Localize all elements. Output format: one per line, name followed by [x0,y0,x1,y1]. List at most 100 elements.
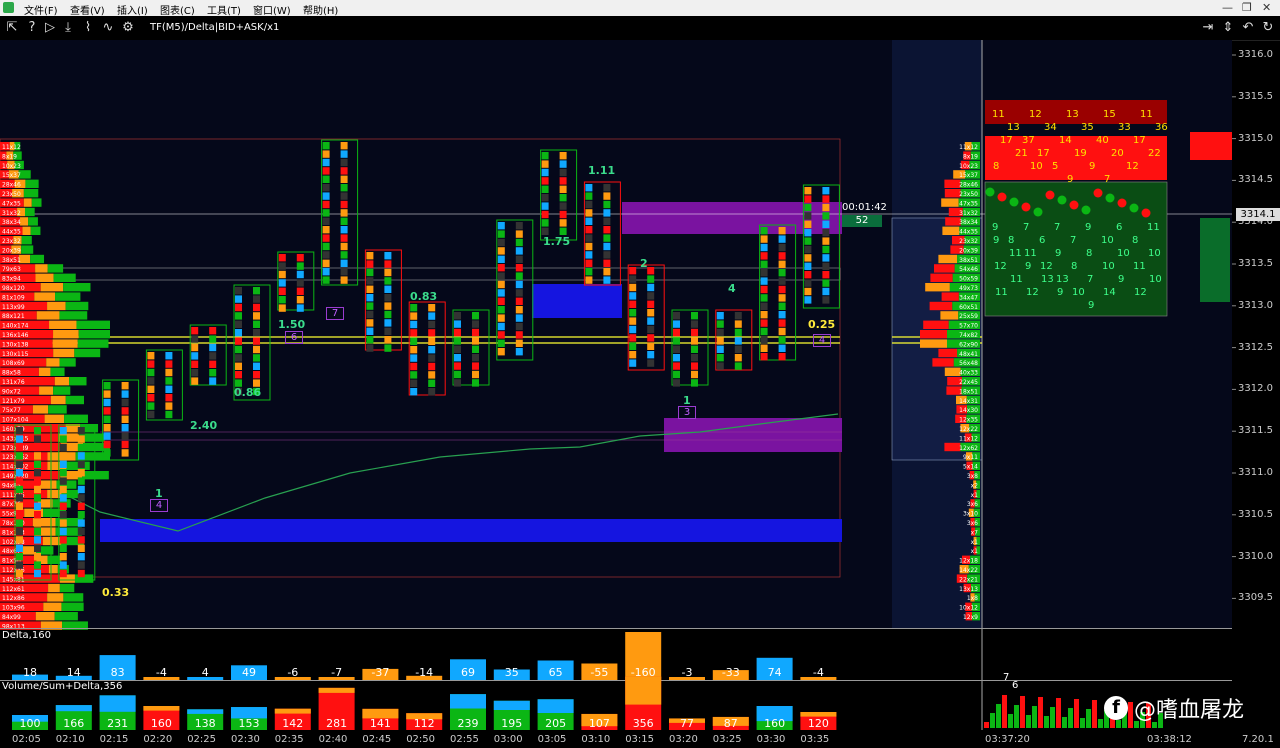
delta-value: -55 [590,666,608,679]
bar-delta-ratio-label: 1.50 [278,318,306,331]
download-icon[interactable]: ⤓ [60,20,76,36]
delta-value: 14 [67,666,81,679]
tick-volume-bar [1026,715,1031,728]
menu-help[interactable]: 帮助(H) [303,2,338,17]
chart-icon[interactable]: ⌇ [80,20,96,36]
tick-buy-count: 13 [1041,274,1054,285]
menu-insert[interactable]: 插入(I) [117,2,148,17]
tick-volume-bar [1038,697,1043,728]
tick-trade-dot [1093,188,1103,198]
chart-title: TF(M5)/Delta|BID+ASK/x1 [150,22,280,33]
restore-button[interactable]: ❐ [1242,1,1252,14]
time-tick: 03:35 [800,734,830,745]
profile-level-label: 23x50 [2,191,21,198]
tick-buy-count: 6 [1116,222,1122,233]
profile-level-label: 140x174 [2,323,29,330]
time-tick: 02:30 [231,734,260,745]
help-icon[interactable]: ? [24,20,40,36]
volume-value: 166 [63,717,84,730]
menu-tools[interactable]: 工具(T) [207,2,241,17]
profile-level-label: 20x39 [2,247,21,254]
volume-value: 239 [458,717,479,730]
time-tick: 02:15 [99,734,129,745]
profile-level-label: x7 [971,529,979,536]
profile-level-label: 31x32 [2,210,21,217]
tick-sell-count: 21 [1015,148,1028,159]
tick-volume-bar [1014,705,1019,728]
move-vertical-icon[interactable]: ⇕ [1220,20,1236,36]
tick-buy-count: 11 [1147,222,1160,233]
undo-icon[interactable]: ↶ [1240,20,1256,36]
profile-level-label: 88x58 [2,370,21,377]
price-tick: 3316.0 [1238,49,1273,60]
tick-volume-bar [1098,719,1103,728]
menu-window[interactable]: 窗口(W) [253,2,291,17]
profile-level-label: 3x6 [967,501,978,508]
profile-level-label: 113x99 [2,304,25,311]
menu-view[interactable]: 查看(V) [70,2,105,17]
tick-volume-bar [1050,707,1055,728]
minimize-button[interactable]: — [1222,1,1233,14]
tick-buy-count: 7 [1054,222,1060,233]
exit-icon[interactable]: ⇥ [1200,20,1216,36]
menu-chart[interactable]: 图表(C) [160,2,195,17]
tick-time-end: 03:38:12 [1147,734,1192,745]
tick-time-start: 03:37:20 [985,734,1030,745]
profile-level-label: 14x22 [959,567,978,574]
footprint-chart[interactable]: 11x128x1910x2315x3728x4623x5047x3531x323… [0,40,1280,748]
profile-level-label: 44x35 [959,229,978,236]
profile-level-label: 10x23 [2,163,21,170]
menu-file[interactable]: 文件(F) [24,2,58,17]
price-tick: 3312.5 [1238,341,1273,353]
profile-level-label: 3x6 [967,520,978,527]
close-button[interactable]: ✕ [1262,1,1271,14]
volume-value: 281 [326,717,347,730]
tick-buy-count: 9 [993,235,999,246]
tick-buy-count: 7 [1023,222,1029,233]
profile-level-label: 48x41 [959,351,978,358]
tick-buy-count: 10 [1148,248,1161,259]
profile-level-label: 25x59 [959,313,978,320]
delta-value: 49 [242,666,256,679]
tick-buy-count: 7 [1070,235,1076,246]
play-icon[interactable]: ▷ [42,20,58,36]
tick-sell-count: 40 [1096,135,1109,146]
time-tick: 02:05 [12,734,41,745]
profile-level-label: 54x46 [959,266,978,273]
profile-level-label: 84x99 [2,614,21,621]
profile-level-label: 75x77 [2,407,21,414]
profile-level-label: 38x51 [2,257,21,264]
tick-volume-peak-label: 6 [1012,680,1018,691]
profile-level-label: 12x35 [959,417,978,424]
tick-sell-count: 7 [1104,174,1110,185]
volume-value: 231 [107,717,128,730]
delta-value: -7 [331,666,342,679]
settings-icon[interactable]: ⚙ [120,20,136,36]
profile-level-label: 47x35 [959,200,978,207]
volume-value: 142 [282,717,303,730]
delta-value: 74 [768,666,782,679]
tick-volume-bar [990,713,995,728]
time-tick: 03:10 [581,734,611,745]
tick-sell-count: 22 [1148,148,1161,159]
refresh-icon[interactable]: ↻ [1260,20,1276,36]
bar-delta-ratio-label: 0.25 [808,318,836,331]
bar-delta-ratio-label: 4 [728,282,736,295]
tick-sell-count: 17 [1133,135,1146,146]
profile-level-label: 83x94 [2,276,21,283]
tick-sell-count: 37 [1022,135,1035,146]
delta-value: 83 [111,666,125,679]
tick-sell-count: 12 [1029,109,1042,120]
profile-level-label: x1 [971,492,979,499]
tick-sell-count: 35 [1081,122,1094,133]
cursor-icon[interactable]: ⇱ [4,20,20,36]
profile-level-label: 20x39 [959,247,978,254]
profile-level-label: 10x23 [959,163,978,170]
profile-level-label: 18x51 [959,388,978,395]
price-tick: 3310.5 [1238,508,1273,520]
tick-buy-count: 9 [1118,274,1124,285]
tick-buy-count: 11 [995,287,1008,298]
profile-level-label: 3x10 [963,511,978,518]
price-tick: 3315.5 [1238,90,1273,102]
waveform-icon[interactable]: ∿ [100,20,116,36]
